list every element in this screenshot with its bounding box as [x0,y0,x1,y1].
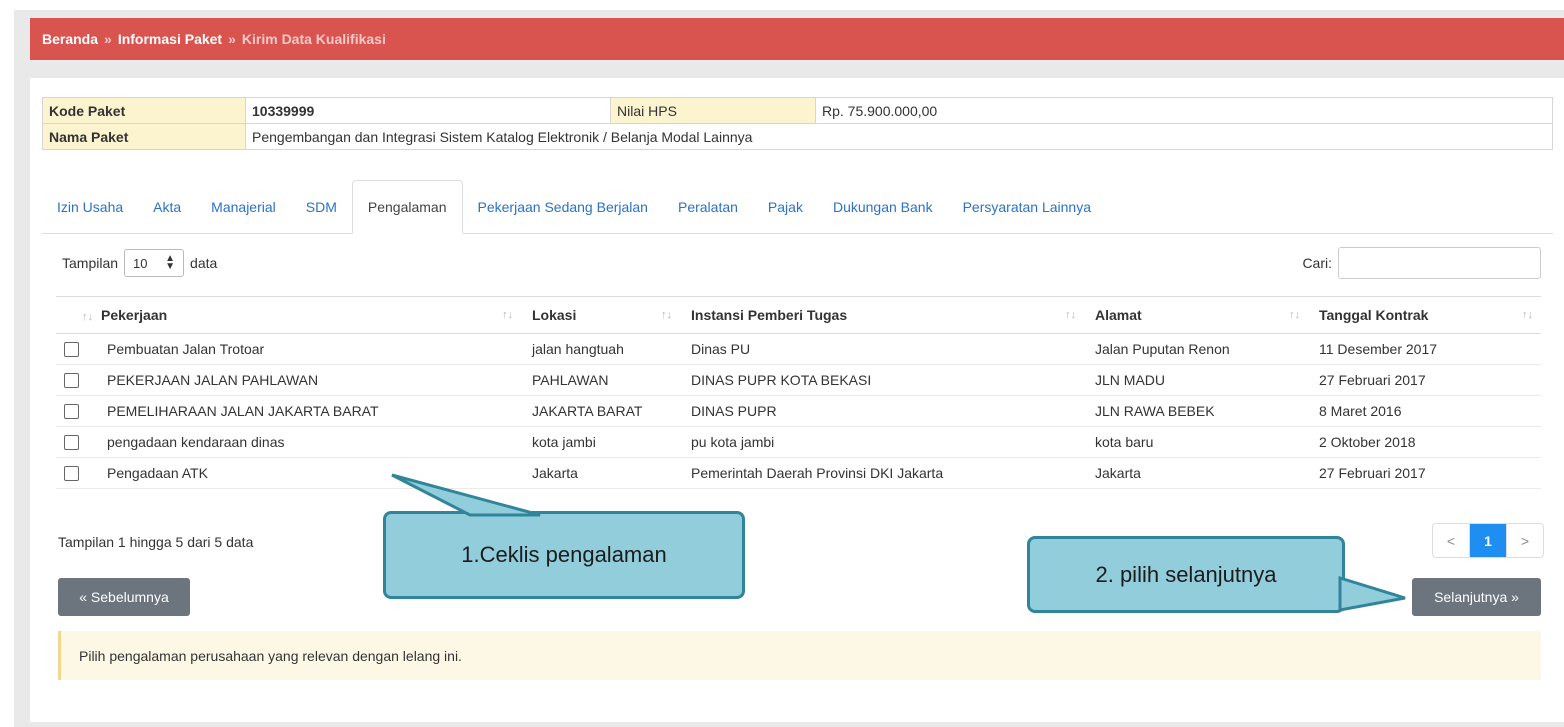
pagination-prev[interactable]: < [1433,524,1470,557]
pagination: < 1 > [1432,523,1544,558]
cell-instansi: Dinas PU [683,333,1087,365]
row-checkbox[interactable] [64,466,79,482]
col-tanggal-kontrak[interactable]: Tanggal Kontrak ↑↓ ↑↓ [1289,296,1541,334]
notice-alert: Pilih pengalaman perusahaan yang relevan… [58,631,1541,680]
col-instansi[interactable]: Instansi Pemberi Tugas ↑↓ [661,296,1087,334]
search-control: Cari: [1302,247,1541,279]
table-row: PEMELIHARAAN JALAN JAKARTA BARAT JAKARTA… [56,395,1541,427]
tab-izin-usaha[interactable]: Izin Usaha [42,181,138,233]
cell-pekerjaan: Pengadaan ATK [107,464,208,481]
tab-persyaratan-lainnya[interactable]: Persyaratan Lainnya [948,181,1106,233]
tab-pekerjaan-sedang-berjalan[interactable]: Pekerjaan Sedang Berjalan [463,181,663,233]
cell-tanggal: 8 Maret 2016 [1311,395,1541,427]
tab-pajak[interactable]: Pajak [753,181,818,233]
row-checkbox[interactable] [64,373,79,389]
cell-instansi: DINAS PUPR KOTA BEKASI [683,364,1087,396]
tab-akta[interactable]: Akta [138,181,196,233]
cell-lokasi: Jakarta [524,457,683,489]
breadcrumb-home[interactable]: Beranda [42,31,98,47]
cell-alamat: JLN RAWA BEBEK [1087,395,1311,427]
page-length-suffix: data [190,255,218,271]
cell-instansi: pu kota jambi [683,426,1087,458]
sort-icon: ↑↓ [1289,309,1300,321]
sort-icon: ↑↓ [1065,309,1076,321]
cell-lokasi: JAKARTA BARAT [524,395,683,427]
cell-pekerjaan: Pembuatan Jalan Trotoar [107,340,265,357]
row-checkbox[interactable] [64,342,79,358]
search-input[interactable] [1338,247,1541,279]
tab-sdm[interactable]: SDM [291,181,352,233]
col-alamat[interactable]: Alamat ↑↓ [1065,296,1311,334]
page-length-value: 10 [133,255,148,271]
page-length-control: Tampilan 10 ▲ ▼ data [62,249,217,277]
sort-icon: ↑↓ [1522,309,1533,321]
page-length-select[interactable]: 10 ▲ ▼ [124,249,185,277]
callout-text-2: 2. pilih selanjutnya [1095,561,1277,587]
cell-alamat: JLN MADU [1087,364,1311,396]
cell-alamat: kota baru [1087,426,1311,458]
table-row: Pembuatan Jalan Trotoar jalan hangtuah D… [56,333,1541,365]
col-pekerjaan[interactable]: ↑↓ Pekerjaan [56,296,524,334]
search-label: Cari: [1302,255,1332,271]
kode-paket-label: Kode Paket [42,97,246,124]
experience-table: ↑↓ Pekerjaan Lokasi ↑↓ Instansi Pemberi Tu… [56,296,1541,489]
table-row: PEKERJAAN JALAN PAHLAWAN PAHLAWAN DINAS … [56,364,1541,396]
cell-lokasi: jalan hangtuah [524,333,683,365]
cell-pekerjaan: PEMELIHARAAN JALAN JAKARTA BARAT [107,402,379,419]
tab-pengalaman[interactable]: Pengalaman [351,180,463,234]
package-info-table: Kode Paket 10339999 Nilai HPS Rp. 75.900… [42,97,1553,150]
breadcrumb-separator: » [104,31,112,47]
callout-pilih-selanjutnya: 2. pilih selanjutnya [1027,536,1345,613]
row-checkbox[interactable] [64,404,79,420]
cell-instansi: Pemerintah Daerah Provinsi DKI Jakarta [683,457,1087,489]
callout-ceklis-pengalaman: 1.Ceklis pengalaman [383,511,745,599]
cell-alamat: Jalan Puputan Renon [1087,333,1311,365]
tab-dukungan-bank[interactable]: Dukungan Bank [818,181,948,233]
sort-icon: ↑↓ [661,309,672,321]
col-lokasi[interactable]: Lokasi ↑↓ [502,296,683,334]
cell-pekerjaan: pengadaan kendaraan dinas [107,433,285,450]
cell-tanggal: 27 Februari 2017 [1311,457,1541,489]
table-info: Tampilan 1 hingga 5 dari 5 data [58,534,254,550]
next-button[interactable]: Selanjutnya » [1412,578,1541,616]
cell-pekerjaan: PEKERJAAN JALAN PAHLAWAN [107,371,319,388]
nilai-hps-label: Nilai HPS [610,97,816,124]
callout-text-1: 1.Ceklis pengalaman [461,542,667,567]
cell-tanggal: 2 Oktober 2018 [1311,426,1541,458]
table-row: Pengadaan ATK Jakarta Pemerintah Daerah … [56,457,1541,489]
pagination-page-1[interactable]: 1 [1470,524,1507,557]
breadcrumb-package-info[interactable]: Informasi Paket [118,31,222,47]
row-checkbox[interactable] [64,435,79,451]
cell-lokasi: kota jambi [524,426,683,458]
nama-paket-label: Nama Paket [42,123,246,150]
tab-bar: Izin Usaha Akta Manajerial SDM Pengalama… [42,180,1553,234]
page-length-label: Tampilan [62,255,119,271]
kode-paket-value: 10339999 [245,97,611,124]
select-arrows-icon: ▲ ▼ [165,253,176,272]
nilai-hps-value: Rp. 75.900.000,00 [815,97,1553,124]
cell-tanggal: 11 Desember 2017 [1311,333,1541,365]
previous-button[interactable]: « Sebelumnya [58,578,190,616]
sort-icon: ↑↓ [502,309,513,321]
cell-alamat: Jakarta [1087,457,1311,489]
tab-peralatan[interactable]: Peralatan [663,181,753,233]
pagination-next[interactable]: > [1507,524,1543,557]
breadcrumb-current: Kirim Data Kualifikasi [241,31,386,47]
callout-pointer-2 [1338,575,1406,612]
tab-manajerial[interactable]: Manajerial [196,181,291,233]
sort-icon: ↑↓ [82,311,93,323]
cell-instansi: DINAS PUPR [683,395,1087,427]
breadcrumb: Beranda » Informasi Paket » Kirim Data K… [30,18,1564,60]
cell-lokasi: PAHLAWAN [524,364,683,396]
cell-tanggal: 27 Februari 2017 [1311,364,1541,396]
breadcrumb-separator: » [228,31,236,47]
nama-paket-value: Pengembangan dan Integrasi Sistem Katalo… [245,123,1553,150]
table-row: pengadaan kendaraan dinas kota jambi pu … [56,426,1541,458]
